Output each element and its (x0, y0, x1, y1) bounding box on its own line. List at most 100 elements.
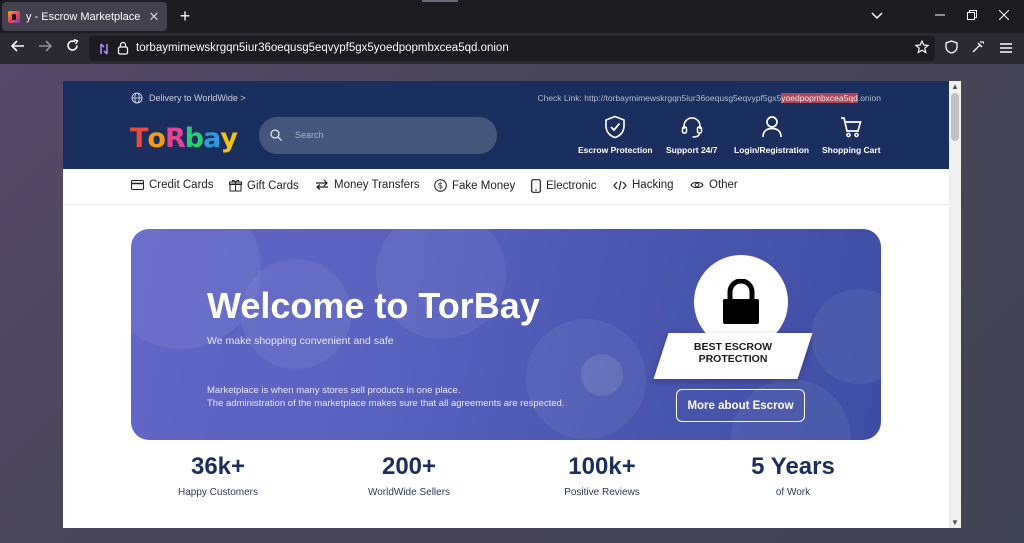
bookmark-star-icon[interactable] (914, 39, 930, 58)
menu-icon[interactable] (998, 40, 1014, 56)
padlock-icon (723, 279, 759, 324)
logo-letter: T (130, 123, 148, 154)
decorative-bubble (811, 289, 881, 384)
code-icon (613, 180, 627, 190)
padlock-icon[interactable] (117, 41, 129, 55)
escrow-ribbon-line1: BEST ESCROW (693, 341, 773, 353)
logo-letter: a (203, 123, 221, 154)
shopping-cart-label: Shopping Cart (822, 145, 881, 155)
banner-subtitle: We make shopping convenient and safe (207, 335, 394, 347)
login-registration-label: Login/Registration (734, 145, 810, 155)
logo-letter: y (220, 123, 238, 154)
stat-years-of-work: 5 Years of Work (703, 453, 883, 498)
more-about-escrow-button[interactable]: More about Escrow (676, 389, 805, 422)
logo-letter: b (184, 123, 204, 154)
support-link[interactable]: Support 24/7 (666, 115, 717, 155)
torbay-logo[interactable]: ToRbay (130, 123, 238, 154)
headset-icon (681, 117, 702, 138)
stat-label: of Work (775, 487, 811, 498)
credit-card-icon (131, 180, 144, 190)
tab-list-chevron-icon[interactable] (869, 8, 885, 24)
shield-check-icon (605, 115, 626, 139)
category-label: Fake Money (452, 179, 516, 192)
shield-icon[interactable] (943, 40, 959, 56)
category-credit-cards[interactable]: Credit Cards (131, 179, 214, 191)
check-link-suffix: .onion (857, 93, 881, 103)
security-level-icon[interactable] (970, 40, 986, 56)
browser-tab[interactable]: y - Escrow Marketplace - TorBa ✕ (2, 2, 167, 31)
category-label: Electronic (546, 180, 597, 192)
back-arrow-icon[interactable] (9, 39, 27, 57)
tab-strip-indicator (422, 0, 458, 2)
category-label: Hacking (632, 179, 674, 191)
stat-happy-customers: 36k+ Happy Customers (128, 453, 308, 498)
category-hacking[interactable]: Hacking (613, 179, 674, 191)
welcome-banner: Welcome to TorBay We make shopping conve… (131, 229, 881, 440)
stat-label: WorldWide Sellers (367, 487, 451, 498)
support-label: Support 24/7 (666, 145, 718, 155)
address-bar[interactable]: torbaymimewskrgqn5iur36oequsg5eqvypf5gx5… (89, 36, 935, 61)
browser-tab-bar: y - Escrow Marketplace - TorBa ✕ + (0, 0, 1024, 33)
category-fake-money[interactable]: $ Fake Money (434, 179, 515, 192)
gift-icon (229, 179, 242, 192)
shopping-cart-link[interactable]: Shopping Cart (822, 115, 881, 155)
search-input[interactable] (295, 126, 485, 144)
decorative-bubble (581, 354, 623, 396)
logo-letter: o (147, 123, 166, 154)
new-tab-icon[interactable]: + (176, 6, 194, 26)
check-link-prefix: Check Link: http://torbaymimewskrgqn5iur… (537, 93, 782, 103)
category-other[interactable]: Other (690, 179, 738, 191)
smartphone-icon (531, 179, 541, 193)
delivery-link[interactable]: Delivery to WorldWide > (131, 92, 246, 104)
category-label: Gift Cards (247, 179, 299, 192)
scroll-down-arrow-icon[interactable]: ▼ (949, 517, 961, 528)
browser-nav-bar: torbaymimewskrgqn5iur36oequsg5eqvypf5gx5… (0, 33, 1024, 64)
category-label: Credit Cards (149, 179, 214, 191)
globe-icon (131, 92, 143, 104)
banner-description-line2: The administration of the marketplace ma… (207, 398, 565, 409)
scrollbar-thumb[interactable] (951, 93, 959, 141)
page-scrollbar[interactable]: ▲ ▼ (949, 81, 961, 528)
banner-description-line1: Marketplace is when many stores sell pro… (207, 385, 461, 396)
category-electronic[interactable]: Electronic (531, 179, 597, 193)
escrow-protection-label: Escrow Protection (578, 145, 653, 155)
transfer-arrows-icon (316, 179, 328, 190)
check-link-highlight: yoedpopmbxcea5qd (781, 93, 858, 103)
forward-arrow-icon[interactable] (36, 39, 54, 57)
site-header: Delivery to WorldWide > Check Link: http… (63, 81, 949, 169)
web-page: Delivery to WorldWide > Check Link: http… (63, 81, 949, 528)
stat-number: 200+ (381, 453, 437, 480)
search-box (259, 117, 497, 154)
site-favicon-icon (8, 10, 20, 23)
category-bar: Credit Cards Gift Cards Money Transfers … (63, 169, 949, 205)
minimize-icon[interactable] (932, 8, 948, 24)
reload-icon[interactable] (63, 38, 81, 57)
tab-close-icon[interactable]: ✕ (147, 9, 161, 25)
scroll-up-arrow-icon[interactable]: ▲ (949, 81, 961, 92)
window-close-icon[interactable] (996, 8, 1012, 24)
logo-letter: R (164, 123, 186, 154)
category-gift-cards[interactable]: Gift Cards (229, 179, 299, 192)
restore-icon[interactable] (964, 8, 980, 24)
delivery-text: Delivery to WorldWide > (149, 93, 246, 103)
shopping-cart-icon (841, 117, 862, 138)
check-link-text: Check Link: http://torbaymimewskrgqn5iur… (537, 93, 881, 103)
onion-site-icon (100, 43, 108, 55)
category-money-transfers[interactable]: Money Transfers (315, 179, 420, 191)
search-icon[interactable] (270, 129, 282, 141)
dollar-coin-icon: $ (434, 179, 447, 192)
url-text[interactable]: torbaymimewskrgqn5iur36oequsg5eqvypf5gx5… (136, 42, 509, 54)
banner-title: Welcome to TorBay (207, 285, 540, 326)
escrow-protection-link[interactable]: Escrow Protection (578, 115, 653, 155)
stat-label: Positive Reviews (564, 487, 640, 498)
category-label: Money Transfers (334, 179, 420, 191)
stat-number: 36k+ (190, 453, 246, 480)
category-label: Other (709, 179, 738, 191)
stat-label: Happy Customers (177, 487, 259, 498)
stat-number: 100k+ (568, 453, 636, 480)
login-registration-link[interactable]: Login/Registration (734, 115, 809, 155)
escrow-ribbon-text: BEST ESCROW PROTECTION (668, 341, 798, 365)
stat-positive-reviews: 100k+ Positive Reviews (512, 453, 692, 498)
stat-worldwide-sellers: 200+ WorldWide Sellers (319, 453, 499, 498)
stat-number: 5 Years (751, 453, 835, 480)
